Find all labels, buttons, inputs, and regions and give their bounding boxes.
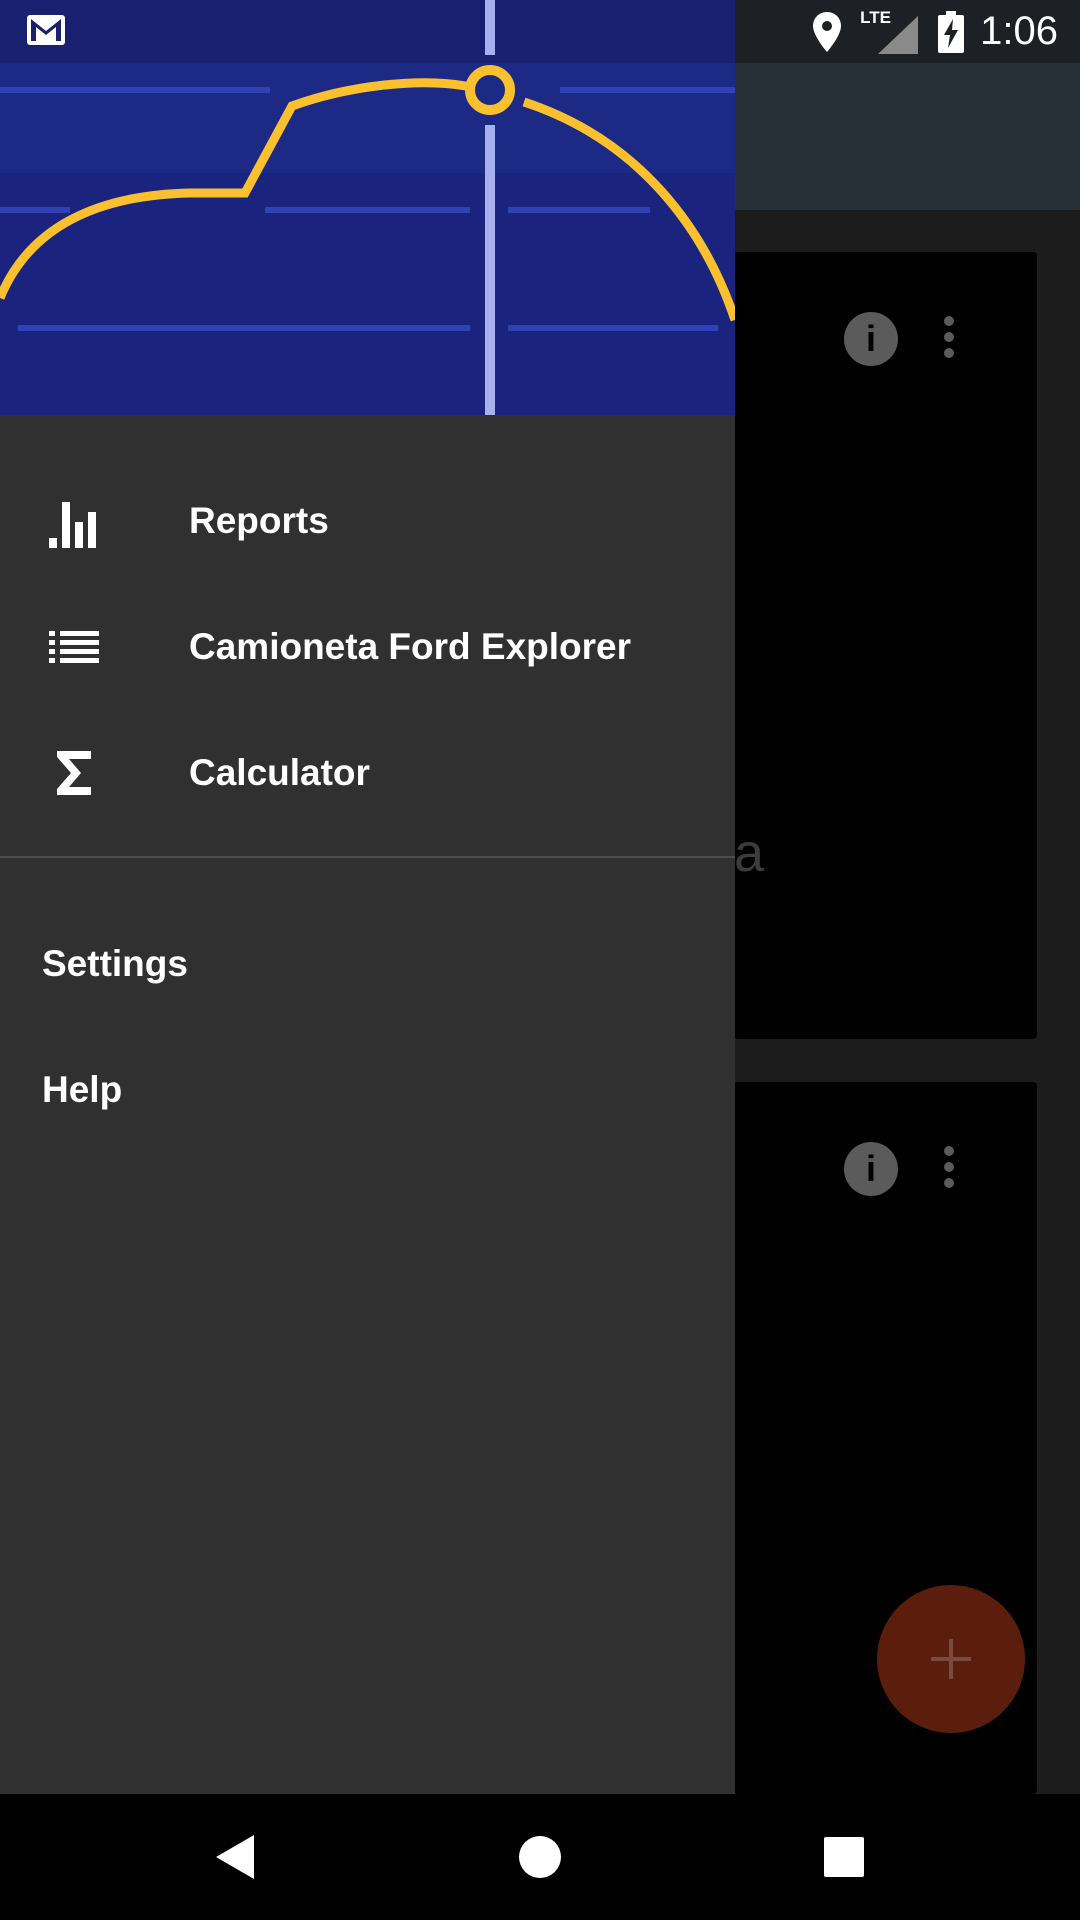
status-icons: LTE 1:06 bbox=[812, 0, 1080, 63]
info-icon[interactable]: i bbox=[844, 312, 898, 366]
system-navigation-bar bbox=[0, 1794, 1080, 1920]
sigma-icon bbox=[48, 745, 100, 801]
more-options-icon[interactable] bbox=[942, 1146, 956, 1192]
home-button[interactable] bbox=[507, 1824, 573, 1890]
drawer-item-label: Help bbox=[42, 1069, 123, 1110]
back-icon bbox=[216, 1835, 254, 1879]
add-fab-button[interactable] bbox=[877, 1585, 1025, 1733]
drawer-item-label: Settings bbox=[42, 943, 188, 984]
drawer-item-help[interactable]: Help bbox=[0, 1027, 735, 1153]
more-options-icon[interactable] bbox=[942, 316, 956, 362]
drawer-item-label: Camioneta Ford Explorer bbox=[189, 626, 632, 667]
drawer-divider bbox=[0, 856, 735, 858]
location-icon bbox=[813, 11, 842, 52]
info-icon[interactable]: i bbox=[844, 1142, 898, 1196]
drawer-item-label: Calculator bbox=[189, 752, 370, 793]
back-button[interactable] bbox=[203, 1824, 269, 1890]
plus-icon bbox=[931, 1639, 971, 1679]
vehicle-card[interactable]: i a bbox=[734, 252, 1037, 1039]
battery-charging-icon bbox=[938, 10, 965, 53]
drawer-item-calculator[interactable]: Calculator bbox=[0, 710, 735, 836]
recents-button[interactable] bbox=[811, 1824, 877, 1890]
recents-icon bbox=[824, 1837, 864, 1877]
gmail-icon bbox=[27, 15, 65, 45]
bar-chart-icon bbox=[48, 493, 100, 549]
drawer-item-label: Reports bbox=[189, 500, 329, 541]
drawer-item-vehicle[interactable]: Camioneta Ford Explorer bbox=[0, 584, 735, 710]
drawer-header bbox=[0, 0, 735, 415]
card-text: a bbox=[734, 823, 765, 883]
drawer-item-reports[interactable]: Reports bbox=[0, 458, 735, 584]
clock: 1:06 bbox=[980, 9, 1058, 53]
header-illustration bbox=[0, 0, 735, 415]
navigation-drawer[interactable]: Reports Camioneta Ford Explorer Calculat… bbox=[0, 0, 735, 1794]
signal-icon: LTE bbox=[860, 7, 920, 54]
list-icon bbox=[48, 619, 100, 675]
home-icon bbox=[519, 1836, 561, 1878]
network-type-label: LTE bbox=[860, 7, 891, 27]
drawer-item-settings[interactable]: Settings bbox=[0, 901, 735, 1027]
